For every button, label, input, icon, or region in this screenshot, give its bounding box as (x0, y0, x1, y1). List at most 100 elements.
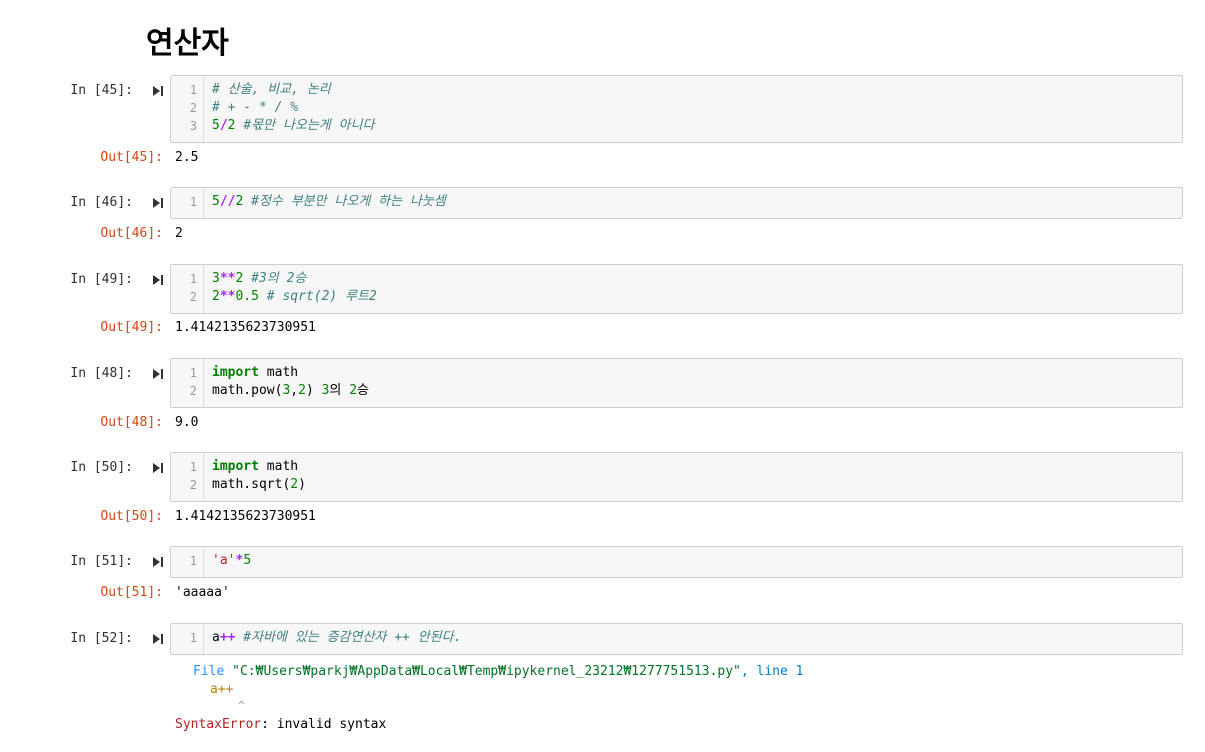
code-input[interactable]: 1 a++ #자바에 있는 증감연산자 ++ 안된다. (170, 623, 1183, 655)
out-prompt: Out[45]: (100, 150, 163, 165)
in-prompt: In [49]: (70, 272, 133, 287)
code-lines: 1 # 산술, 비교, 논리 2 # + - * / % 3 5/2 #몫만 나오는게 아… (171, 81, 1182, 135)
error-name: SyntaxError (175, 717, 262, 732)
run-cell-icon[interactable] (152, 556, 164, 568)
code-lines: 1 a++ #자바에 있는 증감연산자 ++ 안된다. (171, 629, 1182, 647)
code-text: import math (212, 458, 298, 476)
code-token: 2 (235, 271, 252, 286)
line-number: 1 (189, 460, 197, 474)
in-prompt: In [48]: (70, 366, 133, 381)
run-cell-icon[interactable] (152, 197, 164, 209)
code-token: / (219, 118, 228, 133)
line-number: 1 (189, 272, 197, 286)
code-input[interactable]: 1 3**2 #3의 2승 2 2**0.5 # sqrt(2) 루트2 (170, 264, 1183, 314)
code-input[interactable]: 1 import math 2 math.sqrt(2) (170, 452, 1183, 502)
run-cell-icon[interactable] (152, 462, 164, 474)
code-token: 0.5 (235, 289, 267, 304)
error-message: : invalid syntax (261, 717, 387, 732)
code-lines: 1 'a'*5 (171, 552, 1182, 570)
code-line: 1 import math (171, 364, 1182, 382)
line-number: 2 (189, 290, 197, 304)
code-token: 5 (212, 118, 220, 133)
code-token: #자바에 있는 증감연산자 ++ 안된다. (235, 630, 462, 645)
run-cell-icon[interactable] (152, 274, 164, 286)
cell-output: 'aaaaa' (175, 585, 230, 600)
code-line: 1 a++ #자바에 있는 증감연산자 ++ 안된다. (171, 629, 1182, 647)
code-token: ) (298, 477, 306, 492)
code-line: 1 import math (171, 458, 1182, 476)
line-number: 3 (189, 119, 197, 133)
code-text: 2**0.5 # sqrt(2) 루트2 (212, 288, 377, 306)
code-line: 1 # 산술, 비교, 논리 (171, 81, 1182, 99)
line-number: 1 (189, 83, 197, 97)
out-prompt: Out[46]: (100, 226, 163, 241)
code-token: , (290, 383, 299, 398)
code-token: ** (219, 271, 236, 286)
code-token: math (258, 459, 299, 474)
code-token: 2 (298, 383, 306, 398)
code-line: 1 3**2 #3의 2승 (171, 270, 1182, 288)
code-text: # 산술, 비교, 논리 (212, 81, 331, 99)
traceback-file-line: File "C:₩Users₩parkj₩AppData₩Local₩Temp₩… (193, 663, 804, 681)
cell-output: 9.0 (175, 415, 199, 430)
in-prompt: In [46]: (70, 195, 133, 210)
traceback-line-number: , line 1 (740, 664, 804, 679)
code-token: // (219, 194, 236, 209)
run-cell-icon[interactable] (152, 633, 164, 645)
code-token: import (212, 459, 259, 474)
notebook-heading: 연산자 (146, 26, 229, 61)
cell-output: 1.4142135623730951 (175, 509, 316, 524)
code-token: 5 (243, 553, 252, 568)
code-token: ) (305, 383, 322, 398)
code-token: # 산술, 비교, 논리 (212, 82, 331, 97)
in-prompt: In [45]: (70, 83, 133, 98)
code-token: 5 (212, 194, 220, 209)
code-token: 2 (212, 289, 220, 304)
code-line: 1 5//2 #정수 부분만 나오게 하는 나눗셈 (171, 193, 1182, 211)
out-prompt: Out[48]: (100, 415, 163, 430)
run-cell-icon[interactable] (152, 368, 164, 380)
code-token: 'a' (212, 553, 236, 568)
code-token: a (212, 630, 220, 645)
code-token: 2 (235, 194, 252, 209)
out-prompt: Out[49]: (100, 320, 163, 335)
code-token: math (258, 365, 299, 380)
code-text: 5//2 #정수 부분만 나오게 하는 나눗셈 (212, 193, 446, 211)
code-input[interactable]: 1 'a'*5 (170, 546, 1183, 578)
line-number: 1 (189, 631, 197, 645)
code-line: 3 5/2 #몫만 나오는게 아니다 (171, 117, 1182, 135)
code-token: #3의 2승 (251, 271, 307, 286)
traceback-caret: ^ (238, 699, 245, 712)
run-cell-icon[interactable] (152, 85, 164, 97)
code-token: ++ (219, 630, 236, 645)
code-token: 2 (349, 383, 358, 398)
line-number: 1 (189, 195, 197, 209)
code-text: a++ #자바에 있는 증감연산자 ++ 안된다. (212, 629, 461, 647)
code-token: 의 (329, 383, 350, 398)
code-token: math.sqrt( (212, 477, 291, 492)
code-input[interactable]: 1 import math 2 math.pow(3,2) 3의 2승 (170, 358, 1183, 408)
traceback-error: SyntaxError: invalid syntax (175, 716, 386, 734)
traceback-code: a++ (210, 682, 234, 697)
code-line: 1 'a'*5 (171, 552, 1182, 570)
code-token: math.pow( (212, 383, 283, 398)
in-prompt: In [50]: (70, 460, 133, 475)
code-text: # + - * / % (212, 99, 298, 117)
line-number: 1 (189, 554, 197, 568)
code-text: 'a'*5 (212, 552, 251, 570)
traceback-file-word: File (193, 664, 225, 679)
code-token: #정수 부분만 나오게 하는 나눗셈 (251, 194, 446, 209)
code-token: # sqrt(2) 루트2 (266, 289, 377, 304)
code-text: import math (212, 364, 298, 382)
code-text: math.pow(3,2) 3의 2승 (212, 382, 369, 400)
code-input[interactable]: 1 5//2 #정수 부분만 나오게 하는 나눗셈 (170, 187, 1183, 219)
code-input[interactable]: 1 # 산술, 비교, 논리 2 # + - * / % 3 5/2 #몫만 나오는게 아… (170, 75, 1183, 143)
code-text: math.sqrt(2) (212, 476, 306, 494)
line-number: 1 (189, 366, 197, 380)
code-token: # + - * / % (212, 100, 299, 115)
code-lines: 1 3**2 #3의 2승 2 2**0.5 # sqrt(2) 루트2 (171, 270, 1182, 306)
code-line: 2 # + - * / % (171, 99, 1182, 117)
code-text: 3**2 #3의 2승 (212, 270, 306, 288)
code-token: 승 (357, 383, 370, 398)
traceback-file-path: "C:₩Users₩parkj₩AppData₩Local₩Temp₩ipyke… (232, 664, 741, 679)
